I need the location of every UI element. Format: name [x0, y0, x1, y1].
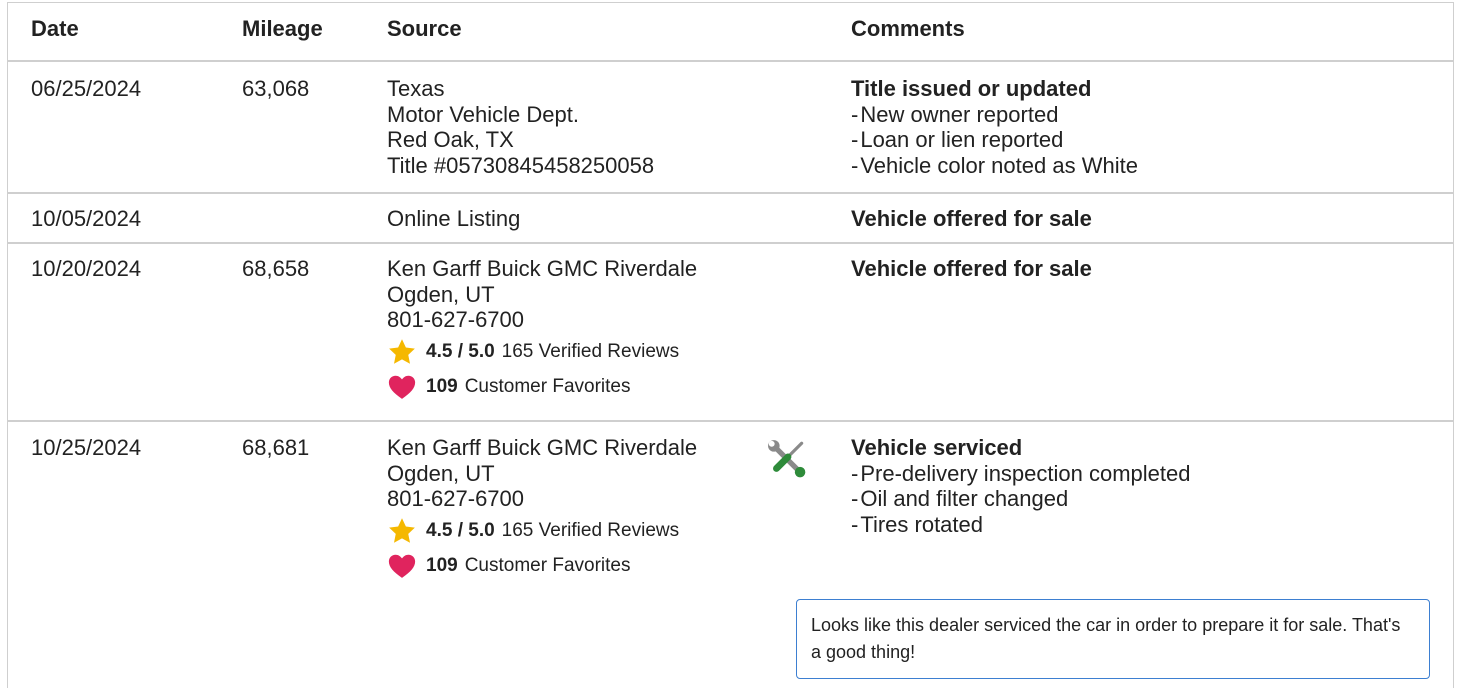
dealer-favorites[interactable]: 109 Customer Favorites [387, 549, 767, 584]
comment-title: Vehicle offered for sale [851, 206, 1092, 231]
comment-item: Vehicle color noted as White [851, 153, 1441, 179]
table-row: 10/25/2024 68,681 Ken Garff Buick GMC Ri… [8, 422, 1453, 602]
source-line: Online Listing [387, 206, 521, 231]
star-icon [389, 339, 415, 364]
dealer-name-link[interactable]: Ken Garff Buick GMC Riverdale [387, 435, 767, 461]
dealer-name-link[interactable]: Ken Garff Buick GMC Riverdale [387, 256, 767, 282]
heart-icon [388, 554, 416, 578]
record-comments: Vehicle offered for sale [851, 206, 1441, 232]
table-row: 06/25/2024 63,068 Texas Motor Vehicle De… [8, 62, 1453, 194]
source-line: Texas [387, 76, 445, 101]
column-header-comments: Comments [851, 16, 965, 41]
record-date: 10/05/2024 [31, 206, 142, 231]
record-source: Online Listing [387, 206, 767, 232]
column-header-source: Source [387, 16, 462, 41]
source-line: Ogden, UT [387, 281, 495, 307]
record-mileage: 68,681 [242, 435, 310, 460]
comment-title: Vehicle offered for sale [851, 256, 1092, 281]
favorites-count: 109 [426, 376, 458, 398]
heart-icon [388, 375, 416, 399]
comment-item: Tires rotated [851, 512, 1441, 538]
record-comments: Title issued or updated New owner report… [851, 76, 1441, 178]
favorites-label: Customer Favorites [464, 376, 631, 398]
source-line: Ogden, UT [387, 460, 495, 486]
dealer-rating[interactable]: 4.5 / 5.0 165 Verified Reviews [387, 335, 767, 370]
comment-title: Vehicle serviced [851, 435, 1023, 460]
table-header: Date Mileage Source Comments [8, 3, 1453, 62]
record-comments: Vehicle serviced Pre-delivery inspection… [851, 435, 1441, 537]
vehicle-history-table: Date Mileage Source Comments 06/25/2024 … [7, 2, 1454, 688]
dealer-rating[interactable]: 4.5 / 5.0 165 Verified Reviews [387, 514, 767, 549]
rating-score: 4.5 / 5.0 [426, 520, 495, 542]
record-mileage: 68,658 [242, 256, 310, 281]
dealer-favorites[interactable]: 109 Customer Favorites [387, 370, 767, 405]
comment-title: Title issued or updated [851, 76, 1092, 101]
rating-reviews: 165 Verified Reviews [501, 341, 680, 363]
table-row: 10/05/2024 Online Listing Vehicle offere… [8, 194, 1453, 244]
record-comments: Vehicle offered for sale [851, 256, 1441, 282]
comment-item: Pre-delivery inspection completed [851, 461, 1441, 487]
rating-reviews: 165 Verified Reviews [501, 520, 680, 542]
record-mileage: 63,068 [242, 76, 310, 101]
column-header-date: Date [31, 16, 79, 41]
comment-item: Loan or lien reported [851, 127, 1441, 153]
source-line: 801-627-6700 [387, 486, 525, 511]
column-header-mileage: Mileage [242, 16, 323, 41]
record-date: 10/25/2024 [31, 435, 142, 460]
record-source: Ken Garff Buick GMC Riverdale Ogden, UT … [387, 256, 767, 405]
record-date: 06/25/2024 [31, 76, 142, 101]
favorites-count: 109 [426, 555, 458, 577]
table-row: 10/20/2024 68,658 Ken Garff Buick GMC Ri… [8, 244, 1453, 422]
star-icon [389, 518, 415, 543]
source-line: Title #05730845458250058 [387, 152, 655, 178]
record-source: Texas Motor Vehicle Dept. Red Oak, TX Ti… [387, 76, 767, 178]
comment-item: New owner reported [851, 102, 1441, 128]
service-tooltip: Looks like this dealer serviced the car … [796, 599, 1430, 679]
source-line: Red Oak, TX [387, 127, 514, 152]
source-line: Motor Vehicle Dept. [387, 101, 579, 127]
comment-item: Oil and filter changed [851, 486, 1441, 512]
favorites-label: Customer Favorites [464, 555, 631, 577]
service-tools-icon [767, 438, 809, 486]
record-source: Ken Garff Buick GMC Riverdale Ogden, UT … [387, 435, 767, 584]
rating-score: 4.5 / 5.0 [426, 341, 495, 363]
source-line: 801-627-6700 [387, 307, 525, 332]
record-date: 10/20/2024 [31, 256, 142, 281]
